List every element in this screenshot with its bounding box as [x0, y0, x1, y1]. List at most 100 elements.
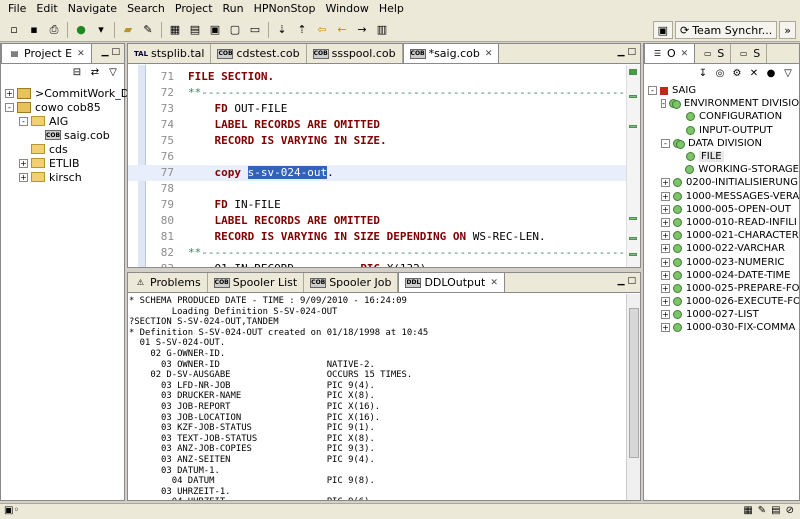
bookmark-icon[interactable]: ✎ [758, 505, 766, 516]
maximize-icon[interactable]: □ [111, 47, 120, 57]
hide-fields-icon[interactable]: ◎ [713, 68, 727, 79]
expand-icon[interactable]: + [661, 191, 670, 201]
focus-icon[interactable]: ● [764, 68, 778, 79]
tab-ddloutput[interactable]: DDL DDLOutput ✕ [398, 272, 505, 292]
maximize-icon[interactable]: □ [627, 276, 636, 286]
expand-icon[interactable]: + [661, 217, 670, 227]
new-file-icon[interactable]: ▫ [6, 22, 22, 38]
outline-item[interactable]: +1000-023-NUMERIC [648, 255, 799, 268]
collapse-icon[interactable]: - [661, 138, 670, 148]
close-icon[interactable]: ✕ [77, 49, 85, 59]
expand-icon[interactable]: + [661, 178, 670, 188]
code-editor[interactable]: 71 FILE SECTION. 72 **---------------------… [128, 65, 640, 267]
expand-icon[interactable]: + [661, 323, 670, 333]
annotation-marker[interactable] [629, 217, 637, 220]
outline-item[interactable]: +1000-030-FIX-COMMA [648, 321, 799, 334]
expand-icon[interactable]: + [661, 297, 670, 307]
open-perspective-button[interactable]: ▣ [652, 21, 673, 39]
back-icon[interactable]: ← [334, 22, 350, 38]
minimize-icon[interactable]: ▁ [618, 47, 625, 57]
tab-problems[interactable]: ⚠ Problems [128, 273, 208, 292]
annotation-marker[interactable] [629, 125, 637, 128]
ddl-output-icon[interactable]: ▥ [374, 22, 390, 38]
expand-icon[interactable]: + [661, 310, 670, 320]
tab-outline[interactable]: ☰ O ✕ [644, 43, 696, 63]
outline-item[interactable]: +1000-MESSAGES-VERA [648, 190, 799, 203]
sort-icon[interactable]: ↧ [696, 68, 710, 79]
forward-icon[interactable]: → [354, 22, 370, 38]
outline-item[interactable]: WORKING-STORAGE [648, 163, 799, 176]
expand-icon[interactable]: + [661, 283, 670, 293]
minimize-icon[interactable]: ▁ [618, 276, 625, 286]
outline-item[interactable]: - DATA DIVISION [648, 137, 799, 150]
menu-help[interactable]: Help [374, 0, 409, 18]
annotation-marker[interactable] [629, 95, 637, 98]
expand-icon[interactable]: + [19, 172, 28, 182]
menu-project[interactable]: Project [170, 0, 218, 18]
expand-icon[interactable]: + [661, 244, 670, 254]
tab-saig-cob[interactable]: COB *saig.cob ✕ [402, 43, 500, 63]
compile-icon[interactable]: ▤ [187, 22, 203, 38]
expand-icon[interactable]: + [5, 88, 14, 98]
outline-item[interactable]: +1000-024-DATE-TIME [648, 269, 799, 282]
last-edit-icon[interactable]: ⇦ [314, 22, 330, 38]
link-editor-icon[interactable]: ⇄ [88, 67, 102, 81]
menu-hpnonstop[interactable]: HPNonStop [249, 0, 321, 18]
close-icon[interactable]: ✕ [490, 278, 498, 288]
menu-search[interactable]: Search [122, 0, 170, 18]
scrollbar-thumb[interactable] [629, 308, 639, 458]
prev-annotation-icon[interactable]: ⇡ [294, 22, 310, 38]
editor-overview-ruler[interactable] [626, 65, 640, 267]
print-icon[interactable]: ⎙ [46, 22, 62, 38]
fast-view-icon[interactable]: ▣◦ [4, 505, 19, 516]
tasks-icon[interactable]: ▦ [743, 505, 752, 516]
tab-spooler-list[interactable]: COB Spooler List [208, 273, 305, 292]
annotation-marker[interactable] [629, 253, 637, 256]
outline-item[interactable]: +1000-021-CHARACTER [648, 229, 799, 242]
tab-stsplib-tal[interactable]: TAL stsplib.tal [128, 44, 212, 63]
terminal-icon[interactable]: ▢ [227, 22, 243, 38]
progress-icon[interactable]: ⊘ [786, 505, 794, 516]
collapse-icon[interactable]: - [648, 86, 657, 96]
next-annotation-icon[interactable]: ⇣ [274, 22, 290, 38]
outline-item[interactable]: +1000-010-READ-INFILI [648, 216, 799, 229]
menu-file[interactable]: File [3, 0, 31, 18]
save-icon[interactable]: ▪ [26, 22, 42, 38]
outline-item[interactable]: - ENVIRONMENT DIVISION [648, 97, 799, 110]
outline-item[interactable]: +1000-025-PREPARE-FO [648, 282, 799, 295]
menu-window[interactable]: Window [320, 0, 373, 18]
collapse-icon[interactable]: - [19, 116, 28, 126]
outline-item[interactable]: +1000-027-LIST [648, 308, 799, 321]
outline-item[interactable]: +1000-005-OPEN-OUT [648, 203, 799, 216]
expand-icon[interactable]: + [661, 231, 670, 241]
expand-icon[interactable]: + [661, 270, 670, 280]
outline-item[interactable]: INPUT-OUTPUT [648, 124, 799, 137]
outline-item[interactable]: - SAIG [648, 84, 799, 97]
run-dropdown-icon[interactable]: ▾ [93, 22, 109, 38]
annotation-marker[interactable] [629, 237, 637, 240]
view-menu-icon[interactable]: ▽ [106, 67, 120, 81]
ddl-icon[interactable]: ▦ [167, 22, 183, 38]
menu-run[interactable]: Run [218, 0, 249, 18]
outline-item[interactable]: CONFIGURATION [648, 110, 799, 123]
window-icon[interactable]: ▭ [247, 22, 263, 38]
perspective-overflow-button[interactable]: » [779, 21, 796, 39]
tab-s-1[interactable]: ▭ S [695, 44, 732, 63]
collapse-all-icon[interactable]: ⊟ [70, 67, 84, 81]
outline-item[interactable]: +1000-022-VARCHAR [648, 242, 799, 255]
close-icon[interactable]: ✕ [681, 49, 689, 59]
wrench-icon[interactable]: ✎ [140, 22, 156, 38]
annotation-marker[interactable] [629, 69, 637, 75]
filter-icon[interactable]: ✕ [747, 68, 761, 79]
view-menu-icon[interactable]: ▽ [781, 68, 795, 79]
tab-project-explorer[interactable]: ▤ Project E ✕ [1, 43, 92, 63]
maximize-icon[interactable]: □ [627, 47, 636, 57]
sql-icon[interactable]: ▣ [207, 22, 223, 38]
team-synchronizing-perspective[interactable]: ⟳ Team Synchr... [674, 21, 778, 39]
menu-navigate[interactable]: Navigate [63, 0, 122, 18]
expand-icon[interactable]: + [661, 204, 670, 214]
collapse-icon[interactable]: - [5, 102, 14, 112]
outline-item[interactable]: FILE [648, 150, 799, 163]
hide-static-icon[interactable]: ⚙ [730, 68, 744, 79]
open-folder-icon[interactable]: ▰ [120, 22, 136, 38]
